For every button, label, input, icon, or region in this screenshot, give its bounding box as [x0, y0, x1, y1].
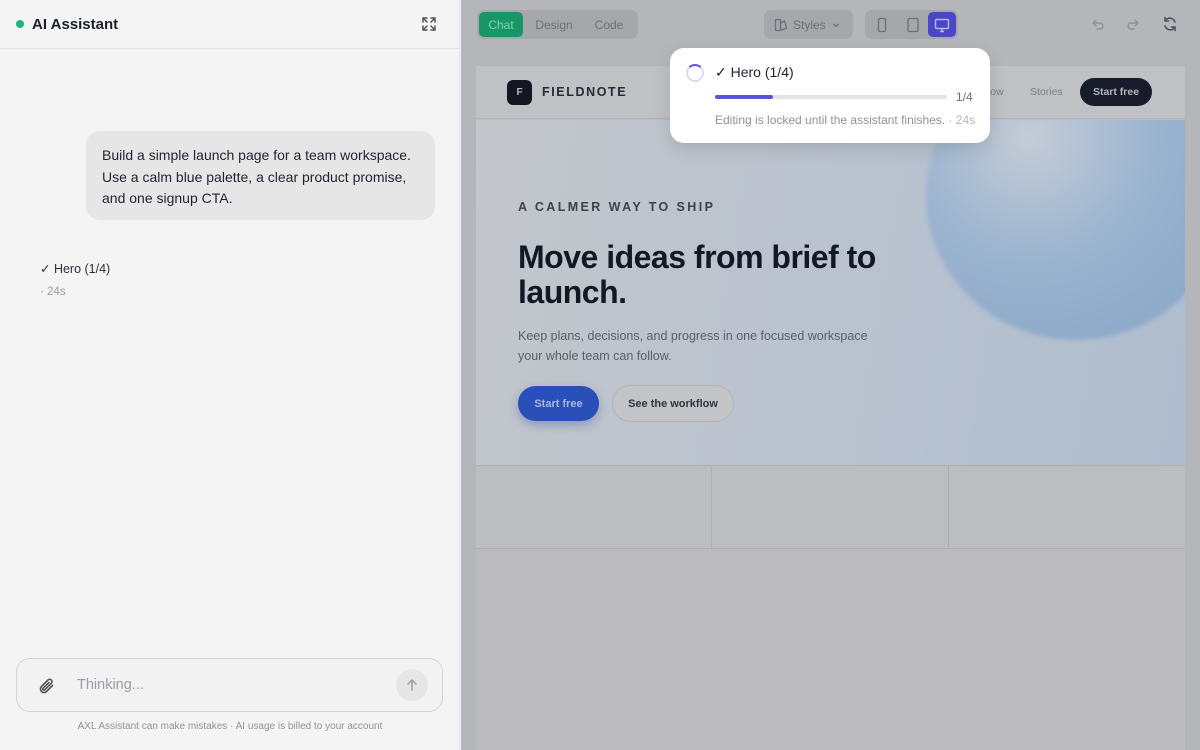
hero-kicker: A CALMER WAY TO SHIP	[518, 200, 716, 214]
tablet-icon	[907, 17, 919, 32]
user-message: Build a simple launch page for a team wo…	[86, 131, 435, 220]
site-brand: FIELDNOTE	[542, 85, 628, 99]
undo-icon[interactable]	[1088, 15, 1106, 33]
mode-tabs: Chat Design Code	[477, 10, 638, 39]
tab-design[interactable]: Design	[527, 12, 581, 37]
editor-toolbar: Chat Design Code Styles	[461, 0, 1200, 50]
progress-bar	[715, 95, 947, 99]
device-toggle	[865, 10, 958, 39]
send-button[interactable]	[396, 669, 428, 701]
nav-link-stories[interactable]: Stories	[1030, 86, 1063, 98]
tablet-device-button[interactable]	[899, 12, 927, 37]
feature-card	[949, 466, 1185, 549]
hero-title: Move ideas from brief to launch.	[518, 239, 876, 310]
chat-header: AI Assistant	[0, 0, 460, 49]
composer	[16, 658, 443, 712]
monitor-icon	[934, 18, 950, 32]
mobile-device-button[interactable]	[868, 12, 896, 37]
disclaimer: AXL Assistant can make mistakes · AI usa…	[77, 721, 383, 732]
phone-icon	[877, 17, 887, 32]
styles-label: Styles	[793, 17, 826, 32]
redo-icon[interactable]	[1125, 15, 1143, 33]
styles-dropdown[interactable]: Styles	[764, 10, 853, 39]
hero-orb	[926, 120, 1185, 340]
tab-code[interactable]: Code	[585, 12, 633, 37]
status-dot	[16, 20, 24, 28]
chat-panel: AI Assistant Build a simple launch page …	[0, 0, 460, 750]
arrow-up-icon	[407, 678, 417, 691]
feature-card	[476, 466, 712, 549]
nav-start-free-button[interactable]: Start free	[1080, 78, 1152, 106]
tab-chat[interactable]: Chat	[479, 12, 523, 37]
progress-count: 1/4	[956, 90, 973, 104]
hero-workflow-button[interactable]: See the workflow	[612, 385, 734, 422]
step-status: ✓ Hero (1/4)	[40, 262, 111, 276]
feature-card	[712, 466, 949, 549]
expand-icon[interactable]	[420, 15, 438, 33]
generation-progress-card: ✓ Hero (1/4) 1/4 Editing is locked until…	[670, 48, 990, 143]
chat-title: AI Assistant	[32, 16, 119, 33]
lock-message: Editing is locked until the assistant fi…	[715, 113, 946, 127]
step-time: · 24s	[40, 286, 66, 298]
features-row	[476, 465, 1185, 549]
loading-spinner-icon	[686, 64, 704, 82]
message-input[interactable]	[77, 671, 377, 699]
progress-time: · 24s	[948, 113, 976, 127]
hero-start-free-button[interactable]: Start free	[518, 386, 599, 421]
progress-note: Editing is locked until the assistant fi…	[715, 113, 975, 127]
refresh-icon[interactable]	[1161, 15, 1179, 33]
desktop-device-button[interactable]	[928, 12, 956, 37]
site-preview: F FIELDNOTE flow Stories Start free A CA…	[476, 66, 1185, 750]
hero-section: A CALMER WAY TO SHIP Move ideas from bri…	[476, 120, 1185, 465]
progress-bar-fill	[715, 95, 773, 99]
progress-label: ✓ Hero (1/4)	[715, 64, 794, 80]
chevron-down-icon	[832, 23, 839, 27]
paperclip-icon[interactable]	[37, 676, 57, 696]
styles-icon	[774, 18, 788, 31]
hero-body: Keep plans, decisions, and progress in o…	[518, 329, 868, 363]
site-logo: F	[507, 80, 532, 105]
